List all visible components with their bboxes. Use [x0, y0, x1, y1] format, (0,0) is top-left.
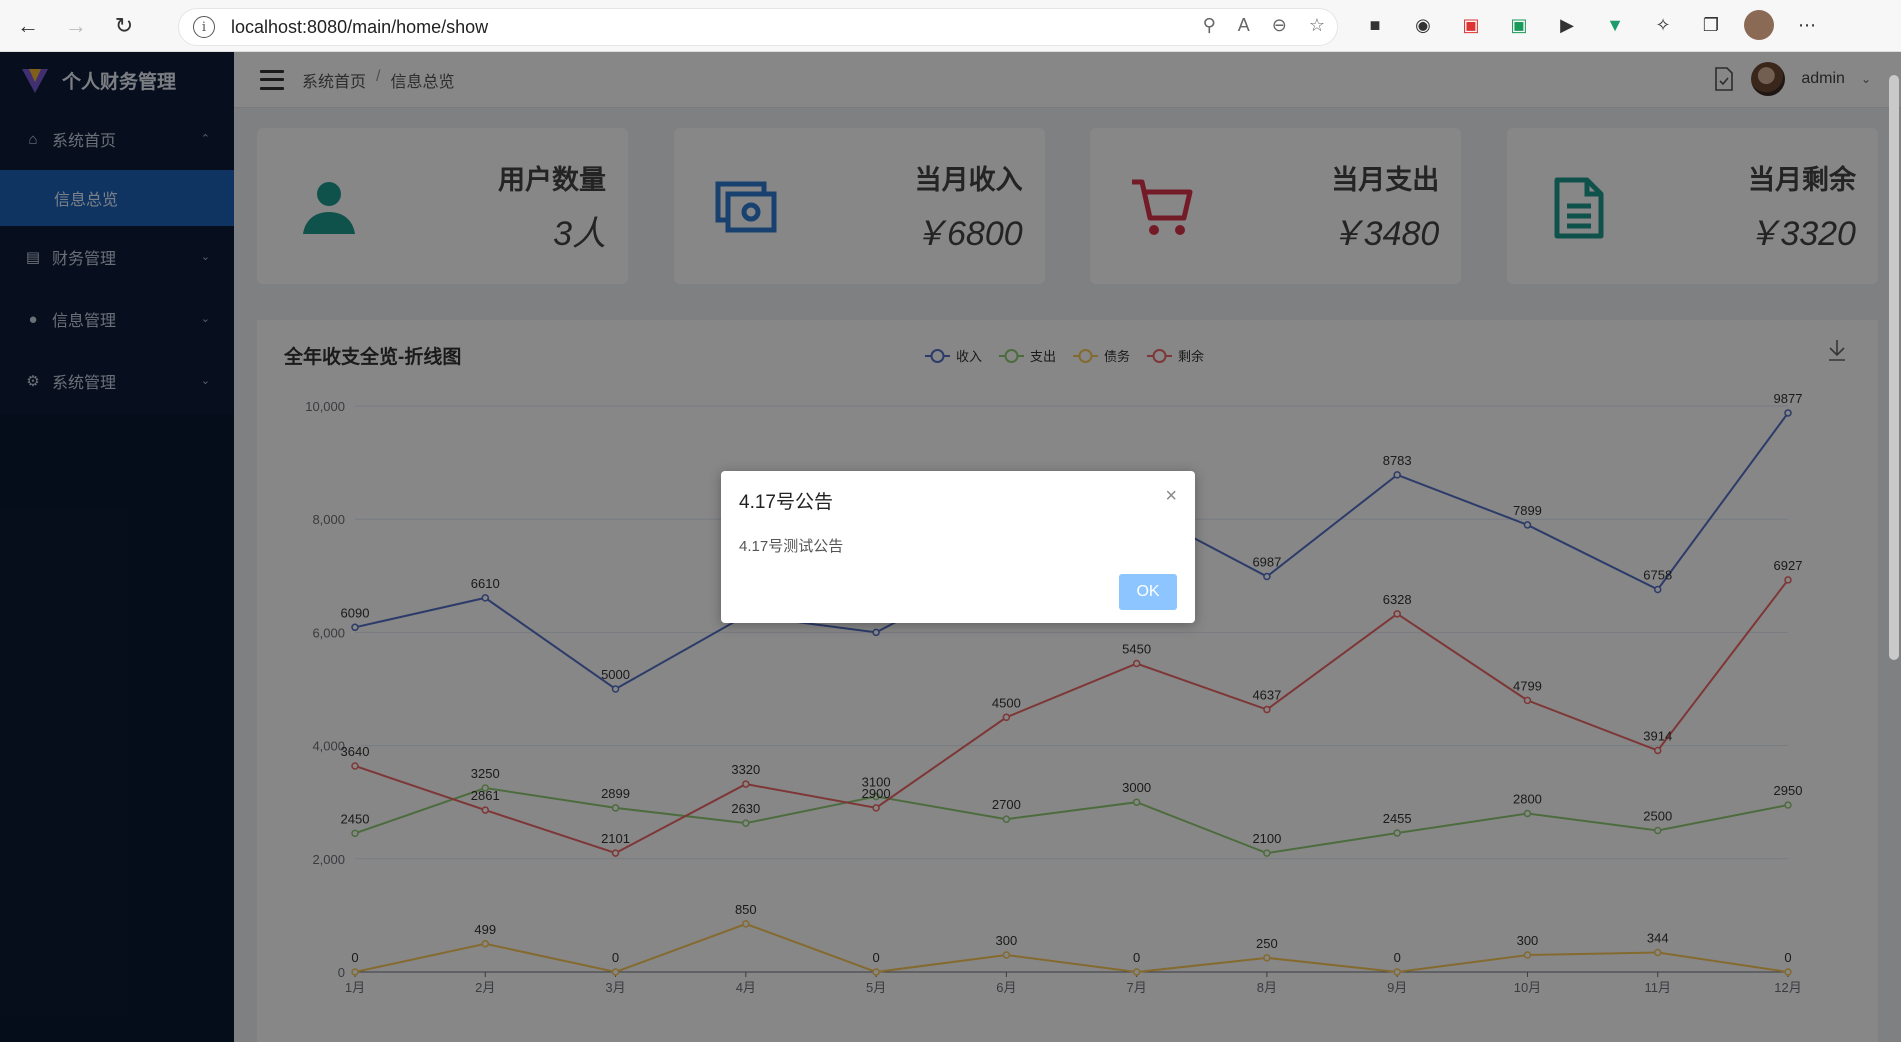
ok-button[interactable]: OK [1119, 574, 1177, 610]
page-scrollbar[interactable] [1889, 75, 1899, 660]
address-bar[interactable]: i localhost:8080/main/home/show ⚲ A ⊖ ☆ [178, 8, 1338, 46]
play-icon[interactable]: ▶ [1552, 10, 1582, 40]
key-icon[interactable]: ⚲ [1203, 15, 1216, 36]
favorite-icon[interactable]: ☆ [1309, 15, 1325, 36]
announcement-dialog: 4.17号公告 × 4.17号测试公告 OK [721, 471, 1195, 623]
extension-icon-4[interactable]: ▣ [1504, 10, 1534, 40]
close-icon[interactable]: × [1165, 485, 1177, 508]
puzzle-icon[interactable]: ✧ [1648, 10, 1678, 40]
zoom-out-icon[interactable]: ⊖ [1272, 15, 1287, 36]
browser-toolbar: ← → ↻ i localhost:8080/main/home/show ⚲ … [0, 0, 1901, 52]
back-button[interactable]: ← [8, 6, 48, 46]
vue-devtools-icon[interactable]: ▼ [1600, 10, 1630, 40]
info-icon[interactable]: i [193, 16, 215, 38]
extension-icon-1[interactable]: ■ [1360, 10, 1390, 40]
more-icon[interactable]: ⋯ [1792, 10, 1822, 40]
reload-button[interactable]: ↻ [104, 6, 144, 46]
profile-avatar-icon[interactable] [1744, 10, 1774, 40]
dialog-body: 4.17号测试公告 [739, 538, 844, 555]
forward-button[interactable]: → [56, 6, 96, 46]
extension-icon-3[interactable]: ▣ [1456, 10, 1486, 40]
extension-icon-2[interactable]: ◉ [1408, 10, 1438, 40]
collections-icon[interactable]: ❐ [1696, 10, 1726, 40]
read-aloud-icon[interactable]: A [1238, 15, 1250, 36]
url-text[interactable]: localhost:8080/main/home/show [231, 17, 488, 38]
dialog-title: 4.17号公告 [739, 492, 833, 513]
